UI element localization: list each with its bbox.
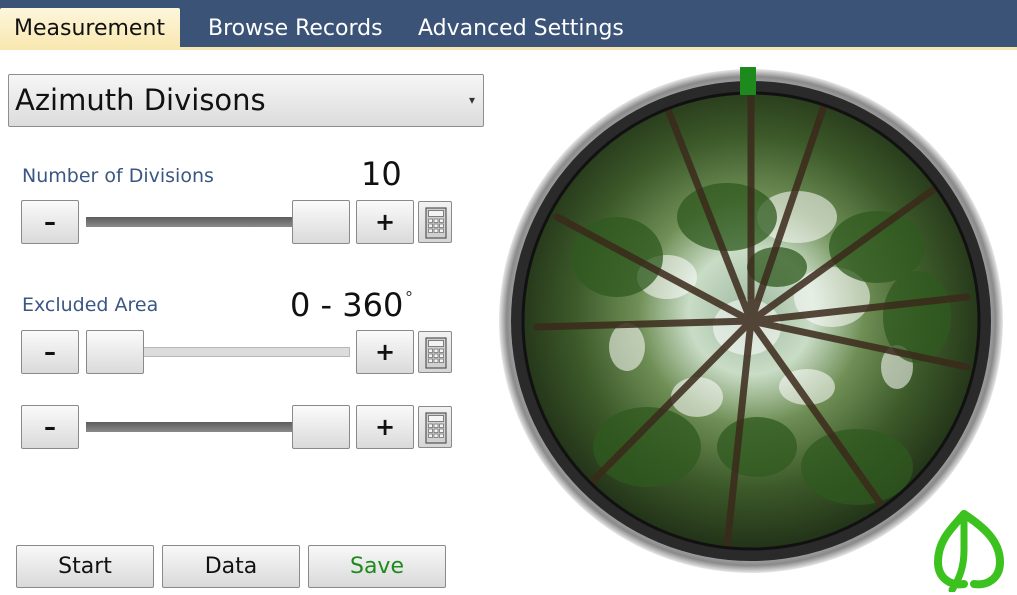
divisions-label: Number of Divisions bbox=[22, 165, 214, 187]
calculator-icon bbox=[425, 412, 447, 444]
divisions-calculator-button[interactable] bbox=[418, 201, 452, 243]
excluded-end-slider-fill bbox=[86, 422, 321, 432]
app-logo bbox=[930, 510, 1008, 594]
excluded-end-slider-thumb[interactable] bbox=[292, 405, 350, 449]
excluded-start-plus-button[interactable]: + bbox=[356, 330, 414, 374]
excluded-start-minus-button[interactable]: – bbox=[21, 330, 79, 374]
excluded-area-value: 0 - 360 bbox=[290, 286, 404, 324]
divisions-slider-thumb[interactable] bbox=[292, 200, 350, 244]
excluded-start-calculator-button[interactable] bbox=[418, 331, 452, 373]
excluded-start-slider-thumb[interactable] bbox=[86, 330, 144, 374]
excluded-end-plus-button[interactable]: + bbox=[356, 405, 414, 449]
divisions-minus-button[interactable]: – bbox=[21, 200, 79, 244]
data-button[interactable]: Data bbox=[162, 545, 300, 588]
calculator-icon bbox=[425, 207, 447, 239]
excluded-end-minus-button[interactable]: – bbox=[21, 405, 79, 449]
dropdown-caret-icon: ▾ bbox=[468, 93, 475, 107]
divisions-slider-fill bbox=[86, 217, 321, 227]
leaf-logo-icon bbox=[933, 510, 1005, 594]
calculator-icon bbox=[425, 337, 447, 369]
save-button[interactable]: Save bbox=[308, 545, 446, 588]
divisions-slider[interactable] bbox=[86, 200, 350, 244]
excluded-area-label: Excluded Area bbox=[22, 294, 159, 316]
divisions-value: 10 bbox=[361, 155, 402, 193]
canopy-photo bbox=[499, 67, 1003, 573]
excluded-end-calculator-button[interactable] bbox=[418, 406, 452, 448]
north-marker bbox=[740, 67, 756, 95]
start-button[interactable]: Start bbox=[16, 545, 154, 588]
tab-advanced-settings[interactable]: Advanced Settings bbox=[404, 8, 638, 50]
tab-bar: Measurement Browse Records Advanced Sett… bbox=[0, 0, 1017, 50]
mode-select[interactable]: Azimuth Divisons ▾ bbox=[8, 74, 484, 127]
canopy-photo-view bbox=[497, 67, 1005, 575]
mode-select-value: Azimuth Divisons bbox=[15, 83, 266, 117]
divisions-plus-button[interactable]: + bbox=[356, 200, 414, 244]
excluded-end-slider[interactable] bbox=[86, 405, 350, 449]
excluded-area-unit: ° bbox=[405, 288, 413, 307]
tab-browse-records[interactable]: Browse Records bbox=[194, 8, 397, 50]
excluded-start-slider[interactable] bbox=[86, 330, 350, 374]
tab-measurement[interactable]: Measurement bbox=[0, 8, 180, 50]
